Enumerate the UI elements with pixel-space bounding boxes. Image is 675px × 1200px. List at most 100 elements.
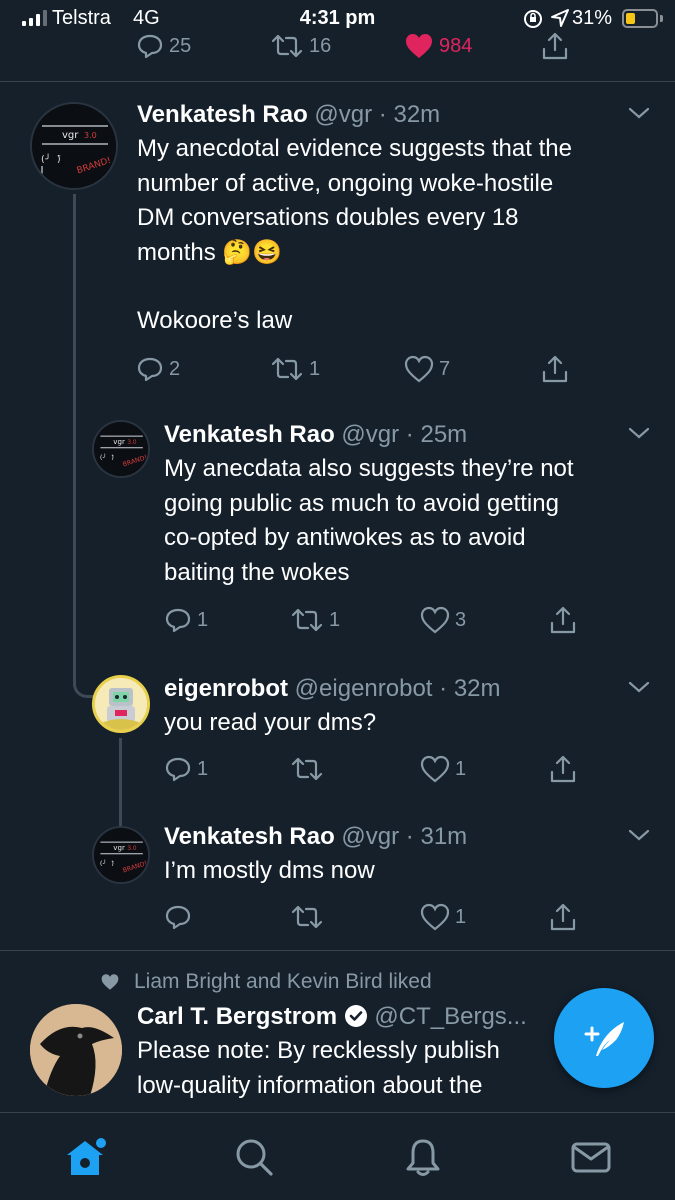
retweet-button[interactable]: 1	[270, 349, 320, 389]
tweet-text-line: Wokoore’s law	[137, 307, 293, 334]
tweet-timestamp: 32m	[393, 101, 441, 128]
compose-feather-icon	[584, 1022, 624, 1056]
reply-button[interactable]: 1	[164, 749, 208, 789]
chevron-down-icon[interactable]	[628, 680, 650, 694]
reply-button[interactable]	[164, 897, 197, 937]
reply-icon	[165, 608, 191, 633]
nav-home[interactable]	[63, 1135, 107, 1179]
tweet-timestamp: 31m	[420, 823, 468, 850]
reply-button[interactable]: 25	[136, 26, 191, 66]
avatar[interactable]	[30, 1004, 122, 1096]
previous-tweet-actions: 25 16 984	[0, 26, 675, 66]
retweet-button[interactable]: 1	[290, 600, 340, 640]
tweet-text-line: months 🤔😆	[137, 238, 283, 266]
share-button[interactable]	[540, 349, 570, 389]
share-button[interactable]	[548, 749, 578, 789]
svg-text:vgr: vgr	[113, 843, 125, 852]
separator-dot: ·	[439, 675, 448, 702]
retweet-icon	[291, 905, 323, 929]
tweet-timestamp: 25m	[420, 421, 468, 448]
avatar[interactable]	[92, 675, 150, 733]
svg-text:3.0: 3.0	[127, 440, 137, 446]
social-context: Liam Bright and Kevin Bird liked	[100, 970, 432, 994]
author-name[interactable]: Venkatesh Rao	[137, 101, 308, 128]
mail-icon	[571, 1142, 611, 1173]
nav-messages[interactable]	[569, 1135, 613, 1179]
chevron-down-icon[interactable]	[628, 106, 650, 120]
reply-count: 2	[169, 357, 181, 380]
tweet-text: My anecdata also suggests they’re not go…	[164, 452, 659, 590]
heart-small-icon	[101, 974, 119, 990]
nav-notifications[interactable]	[401, 1135, 445, 1179]
author-name[interactable]: Venkatesh Rao	[164, 823, 335, 850]
author-name[interactable]: eigenrobot	[164, 675, 288, 702]
share-button[interactable]	[540, 26, 570, 66]
separator-dot: ·	[405, 823, 414, 850]
svg-text:(╯ ̄): (╯ ̄)	[99, 452, 114, 461]
reply-icon	[165, 757, 191, 782]
like-count: 984	[439, 34, 473, 57]
author-name[interactable]: Venkatesh Rao	[164, 421, 335, 448]
like-button[interactable]: 3	[420, 600, 466, 640]
share-button[interactable]	[548, 897, 578, 937]
chevron-down-icon[interactable]	[628, 828, 650, 842]
avatar[interactable]: vgr 3.0 (╯ ̄) BRAND!	[30, 102, 118, 190]
nav-search[interactable]	[232, 1135, 276, 1179]
vgr-brand-avatar-icon: vgr 3.0 (╯ ̄) BRAND!	[32, 104, 116, 188]
tweet-text-line: My anecdotal evidence suggests that the	[137, 135, 572, 162]
tweet-text-line: baiting the wokes	[164, 558, 350, 586]
retweet-count: 16	[309, 34, 332, 57]
retweet-button[interactable]	[290, 897, 329, 937]
tweet-text-line: DM conversations doubles every 18	[137, 204, 519, 231]
avatar[interactable]: vgr 3.0 (╯ ̄) BRAND!	[92, 826, 150, 884]
reply-button[interactable]: 1	[164, 600, 208, 640]
like-button[interactable]: 1	[420, 749, 466, 789]
retweet-button[interactable]: 16	[270, 26, 331, 66]
tweet-text-line: co-opted by antiwokes as to avoid	[164, 524, 526, 551]
author-handle[interactable]: @vgr	[314, 101, 372, 128]
bell-icon	[406, 1139, 440, 1176]
like-button[interactable]: 984	[404, 26, 472, 66]
crow-avatar-icon	[30, 1004, 122, 1096]
retweet-icon	[271, 34, 303, 58]
reply-count: 25	[169, 34, 192, 57]
reply-button[interactable]: 2	[136, 349, 180, 389]
retweet-icon	[271, 357, 303, 381]
retweet-count: 1	[309, 357, 321, 380]
author-handle[interactable]: @eigenrobot	[295, 675, 433, 702]
author-handle[interactable]: @vgr	[341, 823, 399, 850]
svg-text:(╯ ̄): (╯ ̄)	[40, 153, 62, 165]
verified-badge-icon	[344, 1005, 367, 1027]
share-icon	[542, 355, 568, 383]
svg-text:3.0: 3.0	[84, 131, 97, 140]
compose-tweet-button[interactable]	[554, 988, 654, 1088]
tweet-actions: 2 1 7	[0, 349, 675, 389]
social-context-text[interactable]: Liam Bright and Kevin Bird liked	[134, 970, 432, 994]
share-button[interactable]	[548, 600, 578, 640]
tweet-header: Venkatesh Rao @vgr · 32m	[137, 100, 440, 130]
tweet-timestamp: 32m	[453, 675, 501, 702]
author-handle[interactable]: @CT_Bergs...	[374, 1003, 526, 1030]
tweet-text-line: number of active, ongoing woke-hostile	[137, 169, 554, 197]
author-name[interactable]: Carl T. Bergstrom	[137, 1003, 337, 1030]
retweet-button[interactable]	[290, 749, 329, 789]
tweet-text-line: low-quality information about the	[137, 1071, 483, 1099]
vgr-brand-avatar-icon: vgr 3.0 (╯ ̄) BRAND!	[94, 422, 148, 476]
svg-text:3.0: 3.0	[127, 846, 137, 852]
share-icon	[542, 32, 568, 60]
svg-text:vgr: vgr	[62, 130, 79, 141]
tweet-header: Venkatesh Rao @vgr · 25m	[164, 420, 467, 450]
avatar[interactable]: vgr 3.0 (╯ ̄) BRAND!	[92, 420, 150, 478]
like-button[interactable]: 7	[404, 349, 450, 389]
reply-icon	[165, 905, 191, 930]
author-handle[interactable]: @vgr	[341, 421, 399, 448]
like-count: 7	[439, 357, 451, 380]
retweet-icon	[291, 608, 323, 632]
heart-icon	[420, 606, 450, 634]
reply-icon	[137, 357, 163, 382]
divider	[0, 950, 675, 951]
vgr-brand-avatar-icon: vgr 3.0 (╯ ̄) BRAND!	[94, 828, 148, 882]
like-button[interactable]: 1	[420, 897, 466, 937]
chevron-down-icon[interactable]	[628, 426, 650, 440]
tweet-text-line: you read your dms?	[164, 709, 377, 736]
